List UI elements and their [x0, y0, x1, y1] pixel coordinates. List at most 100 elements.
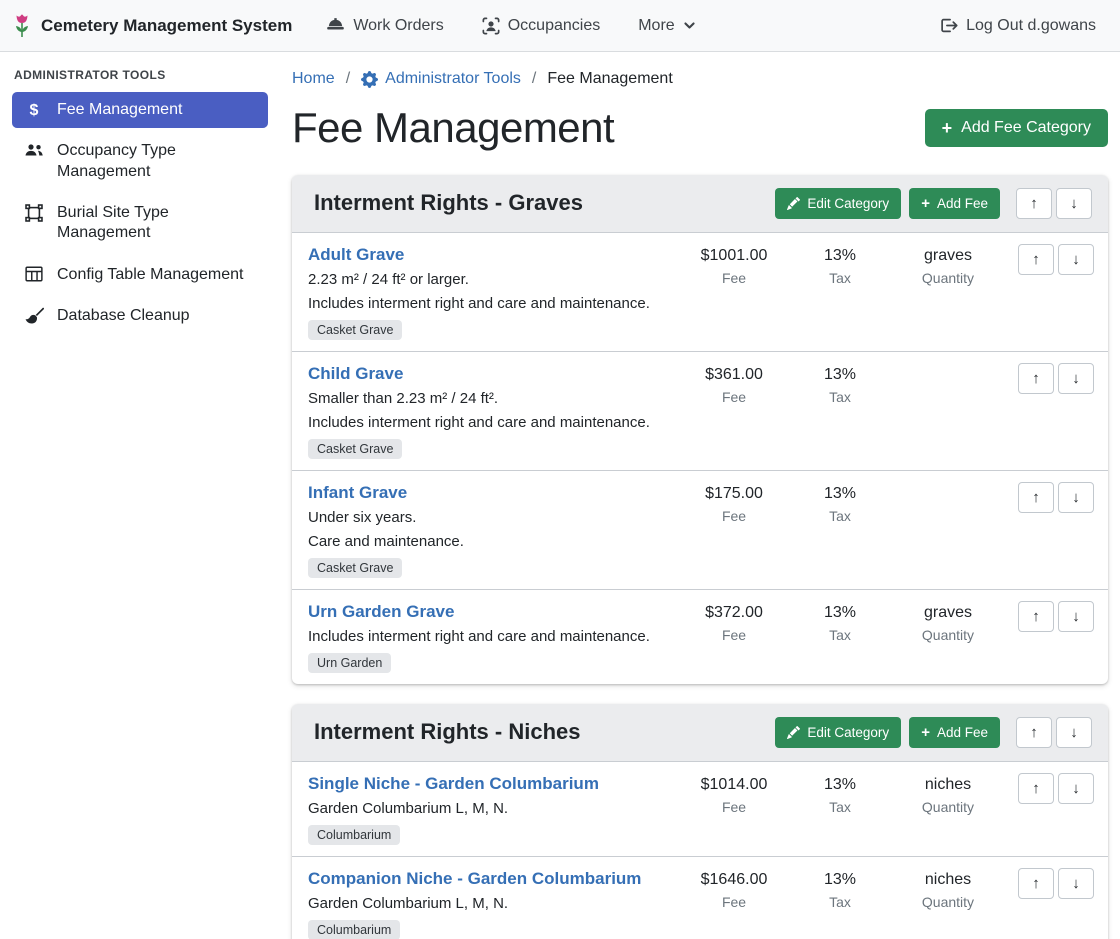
- move-category-up-button[interactable]: ↑: [1016, 188, 1052, 219]
- tax-label: Tax: [790, 799, 890, 815]
- breadcrumb-home-link[interactable]: Home: [292, 68, 335, 90]
- main-content: Home / Administrator Tools / Fee Managem…: [280, 52, 1120, 939]
- move-fee-down-button[interactable]: ↓: [1058, 601, 1094, 632]
- move-category-down-button[interactable]: ↓: [1056, 188, 1092, 219]
- move-fee-down-button[interactable]: ↓: [1058, 244, 1094, 275]
- fee-amount-label: Fee: [678, 799, 790, 815]
- fee-type-badge: Urn Garden: [308, 653, 391, 673]
- fee-info: Child Grave Smaller than 2.23 m² / 24 ft…: [308, 363, 678, 459]
- move-fee-down-button[interactable]: ↓: [1058, 482, 1094, 513]
- fee-reorder-controls: ↑ ↓: [1010, 363, 1094, 394]
- sidebar-item-label: Fee Management: [57, 100, 182, 120]
- nav-work-orders[interactable]: Work Orders: [326, 17, 443, 35]
- fee-amount-column: $1646.00 Fee: [678, 868, 790, 910]
- broom-icon: [24, 307, 44, 324]
- sidebar-item-burial-site-type-management[interactable]: Burial Site Type Management: [12, 195, 268, 252]
- arrow-up-icon: ↑: [1032, 370, 1040, 387]
- move-fee-down-button[interactable]: ↓: [1058, 868, 1094, 899]
- tax-label: Tax: [790, 627, 890, 643]
- quantity-label: Quantity: [890, 270, 1006, 286]
- arrow-up-icon: ↑: [1032, 608, 1040, 625]
- breadcrumb-admin-tools-label: Administrator Tools: [385, 68, 521, 90]
- move-fee-up-button[interactable]: ↑: [1018, 482, 1054, 513]
- fee-reorder-controls: ↑ ↓: [1010, 868, 1094, 899]
- logout-label: Log Out d.gowans: [966, 17, 1096, 35]
- move-fee-up-button[interactable]: ↑: [1018, 363, 1054, 394]
- tax-value: 13%: [790, 364, 890, 385]
- quantity-label: Quantity: [890, 894, 1006, 910]
- edit-category-button[interactable]: Edit Category: [775, 717, 901, 748]
- category-title: Interment Rights - Graves: [314, 188, 767, 218]
- arrow-down-icon: ↓: [1070, 724, 1078, 741]
- move-fee-up-button[interactable]: ↑: [1018, 773, 1054, 804]
- primary-nav: Work Orders Occupancies: [326, 17, 695, 35]
- fee-name-link[interactable]: Infant Grave: [308, 482, 407, 503]
- title-row: Fee Management + Add Fee Category: [292, 102, 1108, 155]
- fee-name-link[interactable]: Companion Niche - Garden Columbarium: [308, 868, 641, 889]
- fee-name-link[interactable]: Single Niche - Garden Columbarium: [308, 773, 599, 794]
- arrow-up-icon: ↑: [1032, 875, 1040, 892]
- fee-row: Companion Niche - Garden Columbarium Gar…: [292, 857, 1108, 939]
- fee-row: Urn Garden Grave Includes interment righ…: [292, 590, 1108, 684]
- add-fee-button[interactable]: + Add Fee: [909, 188, 1000, 219]
- page-layout: Administrator Tools $ Fee Management Occ…: [0, 52, 1120, 939]
- fee-description: 2.23 m² / 24 ft² or larger.: [308, 270, 670, 289]
- fee-type-badge: Casket Grave: [308, 320, 402, 340]
- sidebar-item-database-cleanup[interactable]: Database Cleanup: [12, 298, 268, 334]
- category-fee-list: Single Niche - Garden Columbarium Garden…: [292, 762, 1108, 939]
- move-fee-down-button[interactable]: ↓: [1058, 363, 1094, 394]
- fee-amount: $1014.00: [678, 774, 790, 795]
- fee-reorder-controls: ↑ ↓: [1010, 244, 1094, 275]
- nav-occupancies[interactable]: Occupancies: [482, 17, 601, 35]
- fee-amount-label: Fee: [678, 270, 790, 286]
- fee-reorder-controls: ↑ ↓: [1010, 773, 1094, 804]
- move-category-down-button[interactable]: ↓: [1056, 717, 1092, 748]
- quantity-column: niches Quantity: [890, 868, 1006, 910]
- nav-more[interactable]: More: [638, 17, 695, 35]
- fee-amount: $1646.00: [678, 869, 790, 890]
- fee-description: Garden Columbarium L, M, N.: [308, 894, 670, 913]
- fee-amount-label: Fee: [678, 508, 790, 524]
- add-fee-category-button[interactable]: + Add Fee Category: [925, 109, 1108, 147]
- fee-name-link[interactable]: Urn Garden Grave: [308, 601, 454, 622]
- fee-name-link[interactable]: Adult Grave: [308, 244, 404, 265]
- pencil-icon: [787, 726, 800, 739]
- brand-link[interactable]: Cemetery Management System: [10, 13, 292, 39]
- move-fee-down-button[interactable]: ↓: [1058, 773, 1094, 804]
- logout-link[interactable]: Log Out d.gowans: [939, 17, 1096, 35]
- arrow-down-icon: ↓: [1070, 195, 1078, 212]
- sidebar-item-fee-management[interactable]: $ Fee Management: [12, 92, 268, 128]
- category-card-niches: Interment Rights - Niches Edit Category …: [292, 704, 1108, 939]
- fee-name-link[interactable]: Child Grave: [308, 363, 403, 384]
- nav-occupancies-label: Occupancies: [508, 17, 601, 35]
- move-fee-up-button[interactable]: ↑: [1018, 868, 1054, 899]
- breadcrumb-admin-tools-link[interactable]: Administrator Tools: [361, 68, 521, 90]
- chevron-down-icon: [683, 19, 696, 32]
- bounding-box-icon: [24, 204, 44, 222]
- move-fee-up-button[interactable]: ↑: [1018, 601, 1054, 632]
- tax-value: 13%: [790, 602, 890, 623]
- category-fee-list: Adult Grave 2.23 m² / 24 ft² or larger. …: [292, 233, 1108, 684]
- edit-category-button[interactable]: Edit Category: [775, 188, 901, 219]
- plus-icon: +: [921, 196, 930, 211]
- tax-label: Tax: [790, 270, 890, 286]
- edit-category-label: Edit Category: [807, 725, 889, 740]
- tax-column: 13% Tax: [790, 773, 890, 815]
- move-category-up-button[interactable]: ↑: [1016, 717, 1052, 748]
- fee-description: Includes interment right and care and ma…: [308, 294, 670, 313]
- fee-description: Care and maintenance.: [308, 532, 670, 551]
- fee-amount: $361.00: [678, 364, 790, 385]
- fee-info: Single Niche - Garden Columbarium Garden…: [308, 773, 678, 845]
- pencil-icon: [787, 197, 800, 210]
- breadcrumb: Home / Administrator Tools / Fee Managem…: [292, 68, 1108, 90]
- table-icon: [24, 266, 44, 282]
- page-title: Fee Management: [292, 102, 614, 155]
- sidebar-item-config-table-management[interactable]: Config Table Management: [12, 257, 268, 293]
- fee-amount-column: $372.00 Fee: [678, 601, 790, 643]
- move-fee-up-button[interactable]: ↑: [1018, 244, 1054, 275]
- sidebar-item-occupancy-type-management[interactable]: Occupancy Type Management: [12, 133, 268, 190]
- add-fee-button[interactable]: + Add Fee: [909, 717, 1000, 748]
- arrow-down-icon: ↓: [1072, 608, 1080, 625]
- tax-value: 13%: [790, 774, 890, 795]
- fee-amount-label: Fee: [678, 389, 790, 405]
